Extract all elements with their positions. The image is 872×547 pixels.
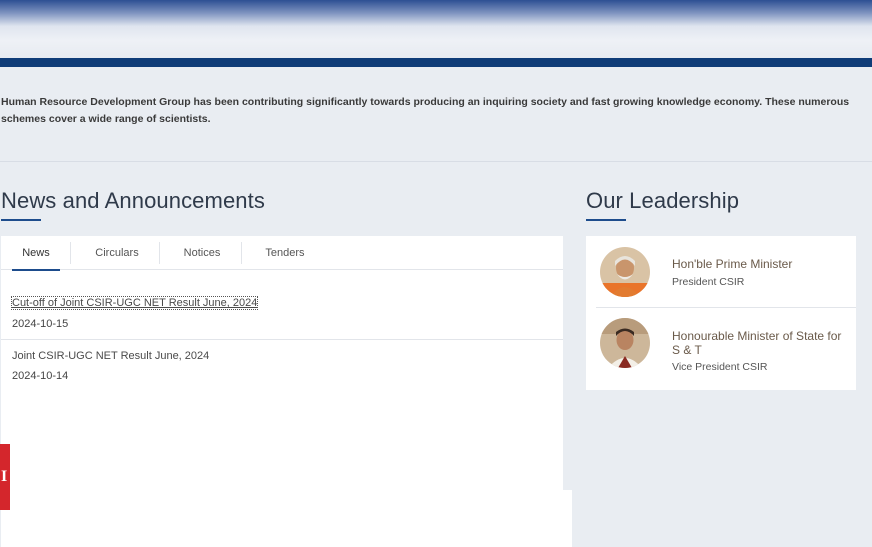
tab-tenders[interactable]: Tenders — [253, 236, 317, 270]
intro-text: Human Resource Development Group has bee… — [1, 96, 850, 125]
avatar — [600, 247, 650, 297]
news-tabs: News Circulars Notices Tenders — [1, 236, 563, 271]
leader-role: Hon'ble Prime Minister — [672, 257, 793, 271]
leader-role-line: Honourable Minister of State for — [672, 329, 842, 343]
tab-separator — [70, 242, 71, 264]
tab-tenders-label: Tenders — [265, 247, 305, 259]
leadership-section-title-text: Our Leadership — [586, 188, 740, 213]
tab-news[interactable]: News — [12, 236, 60, 271]
leader-role: Honourable Minister of State for S & T — [672, 329, 841, 357]
tab-news-label: News — [22, 247, 50, 259]
avatar — [600, 318, 650, 368]
tab-notices[interactable]: Notices — [170, 236, 234, 270]
section-divider — [0, 161, 872, 162]
tab-circulars-label: Circulars — [95, 247, 139, 259]
news-item-link[interactable]: Cut-off of Joint CSIR-UGC NET Result Jun… — [10, 296, 259, 310]
leader-role-line: S & T — [672, 343, 702, 357]
news-item-separator — [1, 339, 563, 340]
news-item-date: 2024-10-15 — [12, 318, 69, 330]
red-badge: I — [0, 444, 10, 510]
leadership-section-title: Our Leadership — [586, 188, 740, 221]
tab-circulars[interactable]: Circulars — [81, 236, 153, 270]
leader-separator — [596, 307, 856, 308]
badge-letter: I — [1, 468, 8, 485]
minister-photo-icon — [600, 318, 650, 368]
header-banner — [0, 0, 872, 58]
nav-bar — [0, 58, 872, 67]
leadership-card: Hon'ble Prime Minister President CSIR Ho… — [586, 236, 856, 390]
leader-position: President CSIR — [672, 276, 745, 288]
tab-separator — [159, 242, 160, 264]
news-section-title-text: News and Announcements — [1, 188, 265, 213]
white-block — [562, 490, 572, 547]
prime-minister-photo-icon — [600, 247, 650, 297]
tab-notices-label: Notices — [183, 247, 221, 259]
title-underline — [1, 219, 41, 221]
news-card: News Circulars Notices Tenders Cut-off o… — [1, 236, 563, 547]
news-item-link[interactable]: Joint CSIR-UGC NET Result June, 2024 — [12, 350, 209, 362]
news-section-title: News and Announcements — [1, 188, 265, 221]
title-underline — [586, 219, 626, 221]
leader-position: Vice President CSIR — [672, 361, 768, 373]
tab-separator — [241, 242, 242, 264]
news-item-date: 2024-10-14 — [12, 370, 69, 382]
